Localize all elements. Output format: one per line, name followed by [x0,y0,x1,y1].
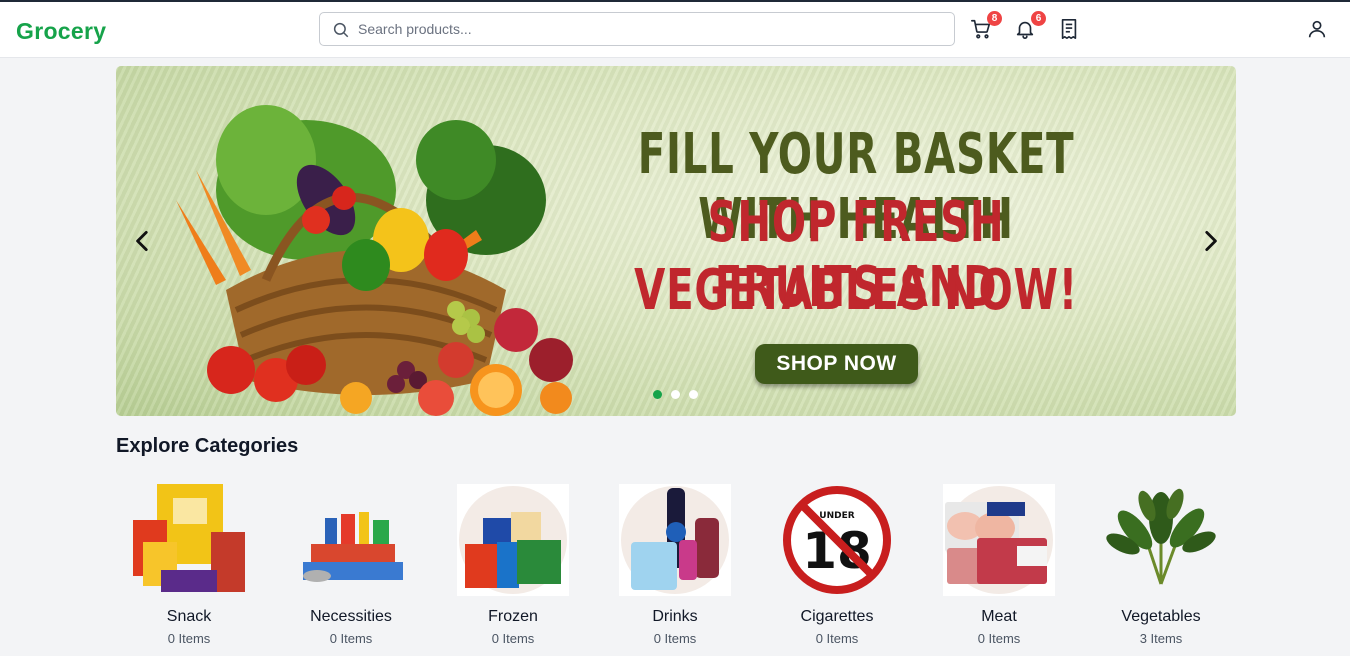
logo[interactable]: Grocery [16,18,106,45]
category-necessities[interactable]: Necessities 0 Items [270,484,432,654]
search-box[interactable] [319,12,955,46]
cart-button[interactable]: 8 [970,11,1002,42]
search-input[interactable] [358,17,938,41]
category-vegetables[interactable]: Vegetables 3 Items [1080,484,1242,654]
search-icon [333,22,349,38]
category-snack[interactable]: Snack 0 Items [108,484,270,654]
drinks-image [619,484,731,596]
category-name: Frozen [488,608,538,625]
shop-now-button[interactable]: SHOP NOW [755,344,918,384]
carousel-dot-2[interactable] [671,390,680,399]
carousel-dot-3[interactable] [689,390,698,399]
category-name: Meat [981,608,1017,625]
hero-banner[interactable]: FILL YOUR BASKET WITH HEALTH SHOP FRESH … [116,66,1236,416]
svg-text:18: 18 [802,522,872,580]
section-title: Explore Categories [116,435,299,457]
category-count: 0 Items [329,631,373,646]
orders-button[interactable] [1058,18,1082,42]
notifications-button[interactable]: 6 [1014,11,1046,42]
category-name: Snack [166,608,212,625]
under-18-icon: UNDER 18 [783,486,891,594]
necessities-image [303,512,403,582]
receipt-icon [1061,19,1077,39]
frozen-image [457,484,569,596]
meat-image [943,484,1055,596]
chevron-right-icon[interactable] [1197,228,1223,254]
svg-text:UNDER: UNDER [819,511,854,521]
category-name: Necessities [310,608,392,625]
category-count: 0 Items [491,631,535,646]
carousel-dot-1[interactable] [653,390,662,399]
category-count: 0 Items [977,631,1021,646]
category-frozen[interactable]: Frozen 0 Items [432,484,594,654]
category-name: Cigarettes [800,608,874,625]
chevron-left-icon[interactable] [130,228,156,254]
category-count: 3 Items [1139,631,1183,646]
cart-count-badge: 8 [987,11,1002,26]
notification-count-badge: 6 [1031,11,1046,26]
snack-image [133,484,245,592]
category-name: Vegetables [1121,608,1201,625]
header: Grocery 8 6 [0,2,1350,58]
category-count: 0 Items [167,631,211,646]
vegetable-basket-image [176,105,573,416]
category-count: 0 Items [815,631,859,646]
category-name: Drinks [652,608,698,625]
category-meat[interactable]: Meat 0 Items [918,484,1080,654]
vegetables-image [1106,488,1216,585]
profile-button[interactable] [1306,18,1330,42]
category-cigarettes[interactable]: UNDER 18 Cigarettes 0 Items [756,484,918,654]
category-count: 0 Items [653,631,697,646]
user-icon [1308,20,1326,38]
banner-headline-3: VEGETABLES NOW! [634,258,1078,323]
category-drinks[interactable]: Drinks 0 Items [594,484,756,654]
